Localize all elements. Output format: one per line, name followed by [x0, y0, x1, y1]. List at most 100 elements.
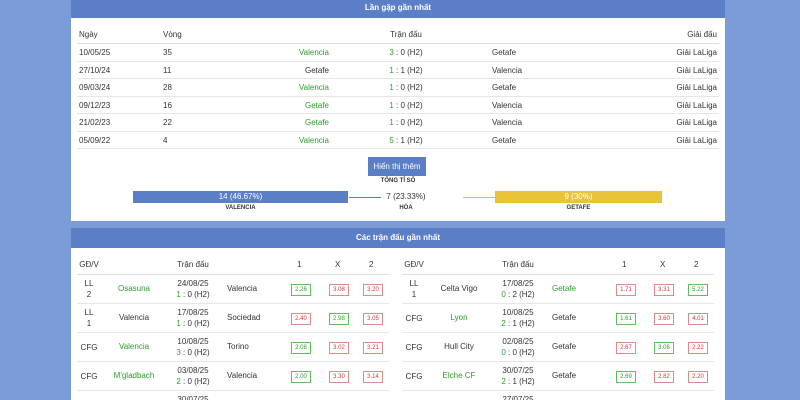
competition-code: CFG: [405, 372, 423, 381]
odds-o2[interactable]: 4.01: [688, 313, 708, 325]
home-team[interactable]: Getafe: [217, 97, 329, 114]
score-rest: : 0 (H2): [183, 319, 210, 328]
home-team[interactable]: Elche CF: [430, 371, 488, 380]
odds-o1[interactable]: 1.61: [616, 313, 636, 325]
table-row[interactable]: LL 1 Valencia 17/08/25 1 : 0 (H2) Sociedad 2.4…: [77, 304, 389, 333]
show-more-button[interactable]: Hiển thị thêm: [368, 157, 426, 176]
match-date: 10/05/25: [79, 48, 111, 57]
competition-code: LL: [409, 279, 419, 288]
home-team[interactable]: Valencia: [105, 313, 163, 322]
score-home: 1: [389, 65, 394, 75]
match-date: 27/10/24: [79, 65, 111, 75]
match-date: 30/07/25: [502, 366, 534, 375]
odds-o2[interactable]: 3.21: [363, 342, 383, 354]
away-team[interactable]: Getafe: [552, 371, 612, 380]
home-team[interactable]: Celta Vigo: [430, 284, 488, 293]
odds-o1[interactable]: 2.69: [616, 371, 636, 383]
odds-o1[interactable]: 2.08: [291, 342, 311, 354]
away-team[interactable]: Getafe: [492, 79, 516, 96]
score-rest: : 0 (H2): [183, 377, 210, 386]
away-team[interactable]: Valencia: [492, 97, 522, 114]
away-team[interactable]: Getafe: [492, 132, 516, 149]
odds-ox[interactable]: 2.82: [654, 371, 674, 383]
league-name[interactable]: Giải LaLiga: [677, 62, 717, 79]
odds-o2[interactable]: 3.05: [363, 313, 383, 325]
odds-o2[interactable]: 3.20: [363, 284, 383, 296]
home-team[interactable]: Getafe: [217, 62, 329, 79]
odds-ox[interactable]: 3.60: [654, 313, 674, 325]
away-team[interactable]: Valencia: [227, 284, 287, 293]
odds-ox[interactable]: 3.02: [329, 342, 349, 354]
header-odds-o2: 2: [369, 260, 374, 269]
odds-ox[interactable]: 3.31: [654, 284, 674, 296]
away-team[interactable]: Valencia: [492, 114, 522, 131]
header-match: Trận đấu: [502, 260, 534, 269]
match-date: 30/07/25: [177, 395, 209, 400]
league-name[interactable]: Giải LaLiga: [677, 97, 717, 114]
league-name[interactable]: Giải LaLiga: [677, 132, 717, 149]
home-team[interactable]: Osasuna: [105, 284, 163, 293]
score-rest: : 1 (H2): [508, 377, 535, 386]
odds-o2[interactable]: 5.22: [688, 284, 708, 296]
competition-type: LL 1: [79, 307, 99, 329]
league-name[interactable]: Giải LaLiga: [677, 79, 717, 96]
home-team[interactable]: Hull City: [430, 342, 488, 351]
competition-type: CFG: [404, 342, 424, 353]
home-team[interactable]: Valencia: [217, 79, 329, 96]
score-home: 1: [389, 118, 394, 127]
away-team[interactable]: Valencia: [492, 62, 522, 79]
odds-o1[interactable]: 2.00: [291, 371, 311, 383]
odds-o2[interactable]: 2.22: [688, 342, 708, 354]
total-ratio-title: TỔNG TỈ SỐ: [380, 178, 416, 184]
table-row[interactable]: 09/12/23 16 Getafe 1 : 0 (H2) Valencia Giải L…: [77, 97, 719, 114]
odds-ox[interactable]: 2.98: [329, 313, 349, 325]
table-row[interactable]: 05/09/22 4 Valencia 5 : 1 (H2) Getafe Giải La…: [77, 132, 719, 149]
odds-o2[interactable]: 2.20: [688, 371, 708, 383]
table-row[interactable]: 21/02/23 22 Getafe 1 : 0 (H2) Valencia Giải L…: [77, 114, 719, 132]
table-row[interactable]: LL 1 Celta Vigo 17/08/25 0 : 2 (H2) Getafe 1.7…: [402, 275, 714, 304]
away-team[interactable]: Valencia: [227, 371, 287, 380]
home-team[interactable]: Valencia: [105, 342, 163, 351]
away-team[interactable]: Getafe: [552, 342, 612, 351]
away-team[interactable]: Torino: [227, 342, 287, 351]
league-name[interactable]: Giải LaLiga: [677, 114, 717, 131]
match-info: 27/07/25: [496, 394, 540, 400]
home-team[interactable]: Valencia: [217, 44, 329, 61]
match-score: 3 : 0 (H2): [171, 347, 215, 358]
away-team[interactable]: Sociedad: [227, 313, 287, 322]
table-row[interactable]: 30/07/25: [77, 391, 389, 400]
match-date: 10/08/25: [502, 308, 534, 317]
odds-o1[interactable]: 2.26: [291, 284, 311, 296]
odds-o1[interactable]: 2.40: [291, 313, 311, 325]
away-team[interactable]: Getafe: [552, 284, 612, 293]
odds-o1[interactable]: 1.71: [616, 284, 636, 296]
league-name[interactable]: Giải LaLiga: [677, 44, 717, 61]
getafe-wins-bar: 9 (30%): [495, 191, 662, 203]
table-row[interactable]: 10/05/25 35 Valencia 3 : 0 (H2) Getafe Giải L…: [77, 44, 719, 62]
header-odds-o2: 2: [694, 260, 699, 269]
table-row[interactable]: 27/10/24 11 Getafe 1 : 1 (H2) Valencia Giải L…: [77, 62, 719, 79]
away-team[interactable]: Getafe: [492, 44, 516, 61]
header-match: Trận đấu: [177, 260, 209, 269]
table-row[interactable]: CFG Elche CF 30/07/25 2 : 1 (H2) Getafe 2.69 2…: [402, 362, 714, 391]
header-type: GĐ/V: [79, 260, 99, 269]
home-team[interactable]: Lyon: [430, 313, 488, 322]
away-team[interactable]: Getafe: [552, 313, 612, 322]
odds-o2[interactable]: 3.14: [363, 371, 383, 383]
table-row[interactable]: 27/07/25: [402, 391, 714, 400]
table-row[interactable]: LL 2 Osasuna 24/08/25 1 : 0 (H2) Valencia 2.26…: [77, 275, 389, 304]
home-team[interactable]: Valencia: [217, 132, 329, 149]
home-team[interactable]: M'gladbach: [105, 371, 163, 380]
odds-o1[interactable]: 2.67: [616, 342, 636, 354]
odds-ox[interactable]: 3.08: [329, 284, 349, 296]
table-row[interactable]: CFG M'gladbach 03/08/25 2 : 0 (H2) Valencia 2…: [77, 362, 389, 391]
home-team[interactable]: Getafe: [217, 114, 329, 131]
odds-ox[interactable]: 3.30: [329, 371, 349, 383]
match-info: 24/08/25 1 : 0 (H2): [171, 278, 215, 300]
table-row[interactable]: CFG Hull City 02/08/25 0 : 0 (H2) Getafe 2.67…: [402, 333, 714, 362]
table-row[interactable]: 09/03/24 28 Valencia 1 : 0 (H2) Getafe Giải L…: [77, 79, 719, 97]
odds-ox[interactable]: 3.08: [654, 342, 674, 354]
match-score: 0 : 2 (H2): [496, 289, 540, 300]
table-row[interactable]: CFG Lyon 10/08/25 2 : 1 (H2) Getafe 1.61 3.60 4…: [402, 304, 714, 333]
table-row[interactable]: CFG Valencia 10/08/25 3 : 0 (H2) Torino 2.08 3…: [77, 333, 389, 362]
